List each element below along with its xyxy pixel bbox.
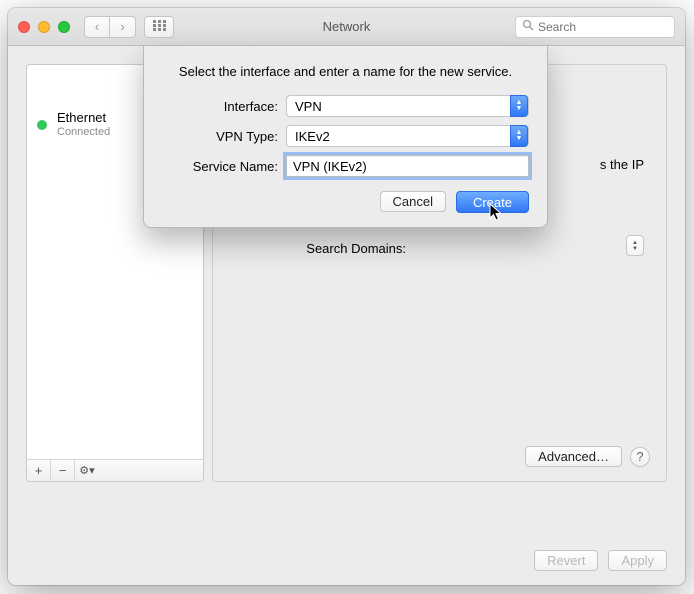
- network-preferences-window: ‹ › Network: [8, 8, 685, 585]
- titlebar: ‹ › Network: [8, 8, 685, 46]
- search-icon: [522, 19, 534, 34]
- vpn-type-select[interactable]: IKEv2 ▲▼: [286, 125, 529, 147]
- chevron-right-icon: ›: [120, 19, 124, 34]
- select-stepper-icon: ▲▼: [510, 95, 528, 117]
- help-button[interactable]: ?: [630, 447, 650, 467]
- search-input[interactable]: [538, 20, 668, 34]
- advanced-button[interactable]: Advanced…: [525, 446, 622, 467]
- close-window-button[interactable]: [18, 21, 30, 33]
- services-footer: + − ⚙︎▾: [27, 459, 203, 481]
- apply-button[interactable]: Apply: [608, 550, 667, 571]
- sheet-heading: Select the interface and enter a name fo…: [162, 64, 529, 79]
- service-name: Ethernet: [57, 111, 110, 126]
- vpn-type-label: VPN Type:: [162, 129, 278, 144]
- zoom-window-button[interactable]: [58, 21, 70, 33]
- forward-button[interactable]: ›: [110, 16, 136, 38]
- configure-select-stepper[interactable]: ▲▼: [626, 235, 644, 256]
- minimize-window-button[interactable]: [38, 21, 50, 33]
- chevron-left-icon: ‹: [95, 19, 99, 34]
- nav-segment: ‹ ›: [84, 16, 136, 38]
- help-icon: ?: [636, 449, 643, 464]
- remove-service-button[interactable]: −: [51, 460, 75, 481]
- select-stepper-icon: ▲▼: [510, 125, 528, 147]
- service-name-label: Service Name:: [162, 159, 278, 174]
- window-controls: [18, 21, 70, 33]
- status-text-fragment: s the IP: [600, 157, 644, 172]
- interface-select-value: VPN: [295, 99, 322, 114]
- service-actions-button[interactable]: ⚙︎▾: [75, 460, 99, 481]
- grid-icon: [153, 19, 166, 34]
- service-status: Connected: [57, 126, 110, 139]
- stepper-icon: ▲▼: [632, 240, 638, 252]
- revert-button[interactable]: Revert: [534, 550, 598, 571]
- gear-icon: ⚙︎▾: [79, 464, 94, 477]
- interface-select[interactable]: VPN ▲▼: [286, 95, 529, 117]
- new-service-sheet: Select the interface and enter a name fo…: [143, 46, 548, 228]
- add-service-button[interactable]: +: [27, 460, 51, 481]
- search-field-wrap[interactable]: [515, 16, 675, 38]
- vpn-type-select-value: IKEv2: [295, 129, 330, 144]
- cancel-button[interactable]: Cancel: [380, 191, 446, 212]
- search-domains-label: Search Domains:: [231, 241, 406, 256]
- back-button[interactable]: ‹: [84, 16, 110, 38]
- interface-label: Interface:: [162, 99, 278, 114]
- service-name-input[interactable]: [286, 155, 529, 177]
- status-dot-icon: [37, 120, 47, 130]
- create-button[interactable]: Create: [456, 191, 529, 213]
- show-all-button[interactable]: [144, 16, 174, 38]
